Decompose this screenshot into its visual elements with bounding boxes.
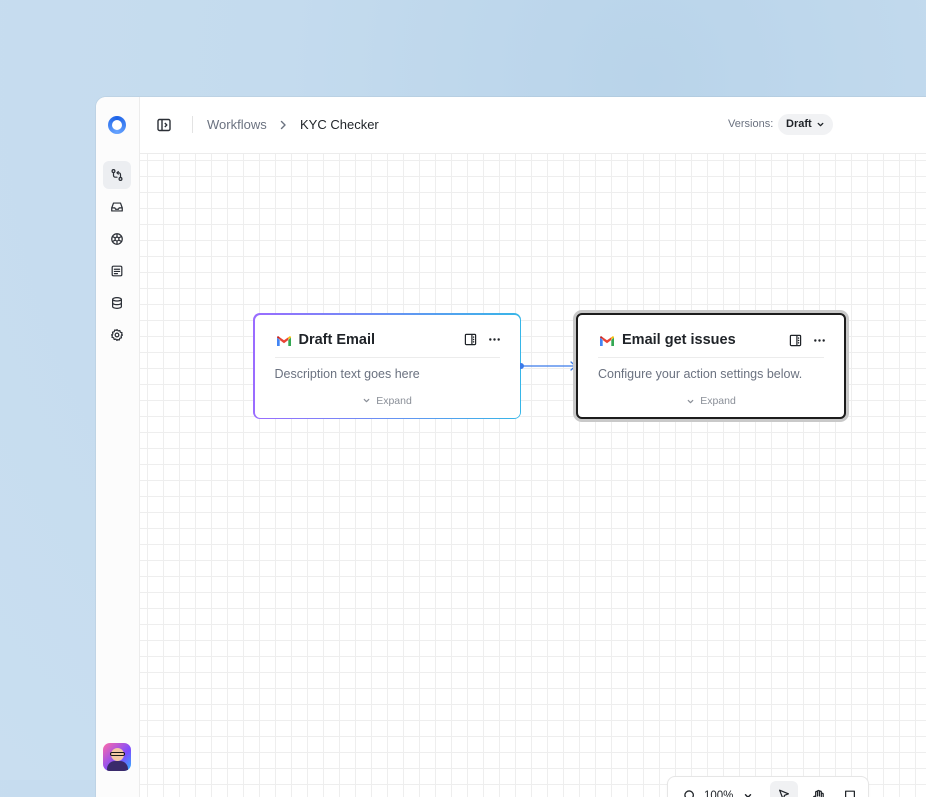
gmail-icon — [276, 335, 292, 347]
breadcrumb-current: KYC Checker — [300, 117, 379, 133]
workflow-canvas[interactable]: Draft Email Description text goes here E… — [140, 154, 926, 797]
node-more-button[interactable] — [812, 333, 826, 347]
chevron-down-icon — [743, 791, 753, 797]
pointer-tool-button[interactable] — [770, 781, 798, 797]
node-more-button[interactable] — [488, 333, 502, 347]
sticky-note-icon — [843, 789, 857, 797]
chevron-down-icon — [362, 396, 371, 405]
document-icon — [110, 264, 124, 278]
node-panel-button[interactable] — [788, 333, 802, 347]
zoom-level[interactable]: 100% — [704, 786, 733, 797]
node-title: Email get issues — [622, 332, 736, 348]
workflow-icon — [110, 168, 124, 182]
gmail-icon — [599, 335, 615, 347]
canvas-toolbar: 100% — [667, 776, 869, 797]
avatar[interactable] — [103, 743, 131, 771]
database-icon — [110, 296, 124, 310]
top-bar: Workflows KYC Checker Versions: Draft — [140, 97, 926, 154]
more-icon — [488, 333, 501, 346]
sidebar-item-inbox[interactable] — [103, 193, 131, 221]
breadcrumb-workflows[interactable]: Workflows — [207, 117, 267, 133]
node-connector — [520, 359, 580, 373]
node-divider — [275, 357, 500, 358]
version-select[interactable]: Draft — [778, 114, 833, 135]
workflow-node-draft-email[interactable]: Draft Email Description text goes here E… — [253, 313, 521, 419]
sidebar-item-documents[interactable] — [103, 257, 131, 285]
expand-label: Expand — [376, 395, 412, 407]
app-logo[interactable] — [108, 116, 126, 134]
node-panel-button[interactable] — [464, 333, 478, 347]
chevron-down-icon — [686, 397, 695, 406]
sidebar-rail — [96, 97, 140, 797]
sidebar-item-database[interactable] — [103, 289, 131, 317]
inbox-icon — [110, 200, 124, 214]
sidebar-item-settings[interactable] — [103, 321, 131, 349]
more-icon — [813, 334, 826, 347]
workflow-node-email-get-issues[interactable]: Email get issues Configure your action s… — [576, 313, 846, 419]
hand-icon — [811, 789, 826, 797]
side-panel-icon — [789, 334, 802, 347]
note-tool-button[interactable] — [842, 786, 858, 797]
search-icon — [683, 789, 697, 797]
node-expand-button[interactable]: Expand — [255, 395, 520, 407]
node-description: Configure your action settings below. — [598, 367, 802, 381]
sidebar-toggle-icon — [156, 117, 172, 133]
expand-label: Expand — [700, 395, 736, 407]
panel-toggle-button[interactable] — [156, 117, 172, 133]
sidebar-item-workflows[interactable] — [103, 161, 131, 189]
integrations-icon — [110, 232, 124, 246]
node-title: Draft Email — [299, 332, 376, 348]
node-divider — [598, 357, 824, 358]
chevron-down-icon — [816, 120, 825, 129]
zoom-search-button[interactable] — [682, 786, 698, 797]
hand-tool-button[interactable] — [808, 786, 828, 797]
sidebar-item-integrations[interactable] — [103, 225, 131, 253]
zoom-dropdown-button[interactable] — [742, 786, 754, 797]
node-expand-button[interactable]: Expand — [578, 395, 844, 407]
node-description: Description text goes here — [275, 367, 420, 381]
versions-label: Versions: — [728, 118, 773, 130]
breadcrumb-separator-icon — [277, 117, 289, 133]
gear-icon — [110, 328, 124, 342]
cursor-icon — [777, 788, 791, 797]
app-window: Workflows KYC Checker Versions: Draft — [96, 97, 926, 797]
toolbar-divider — [192, 116, 193, 133]
version-value: Draft — [786, 114, 812, 135]
side-panel-icon — [464, 333, 477, 346]
